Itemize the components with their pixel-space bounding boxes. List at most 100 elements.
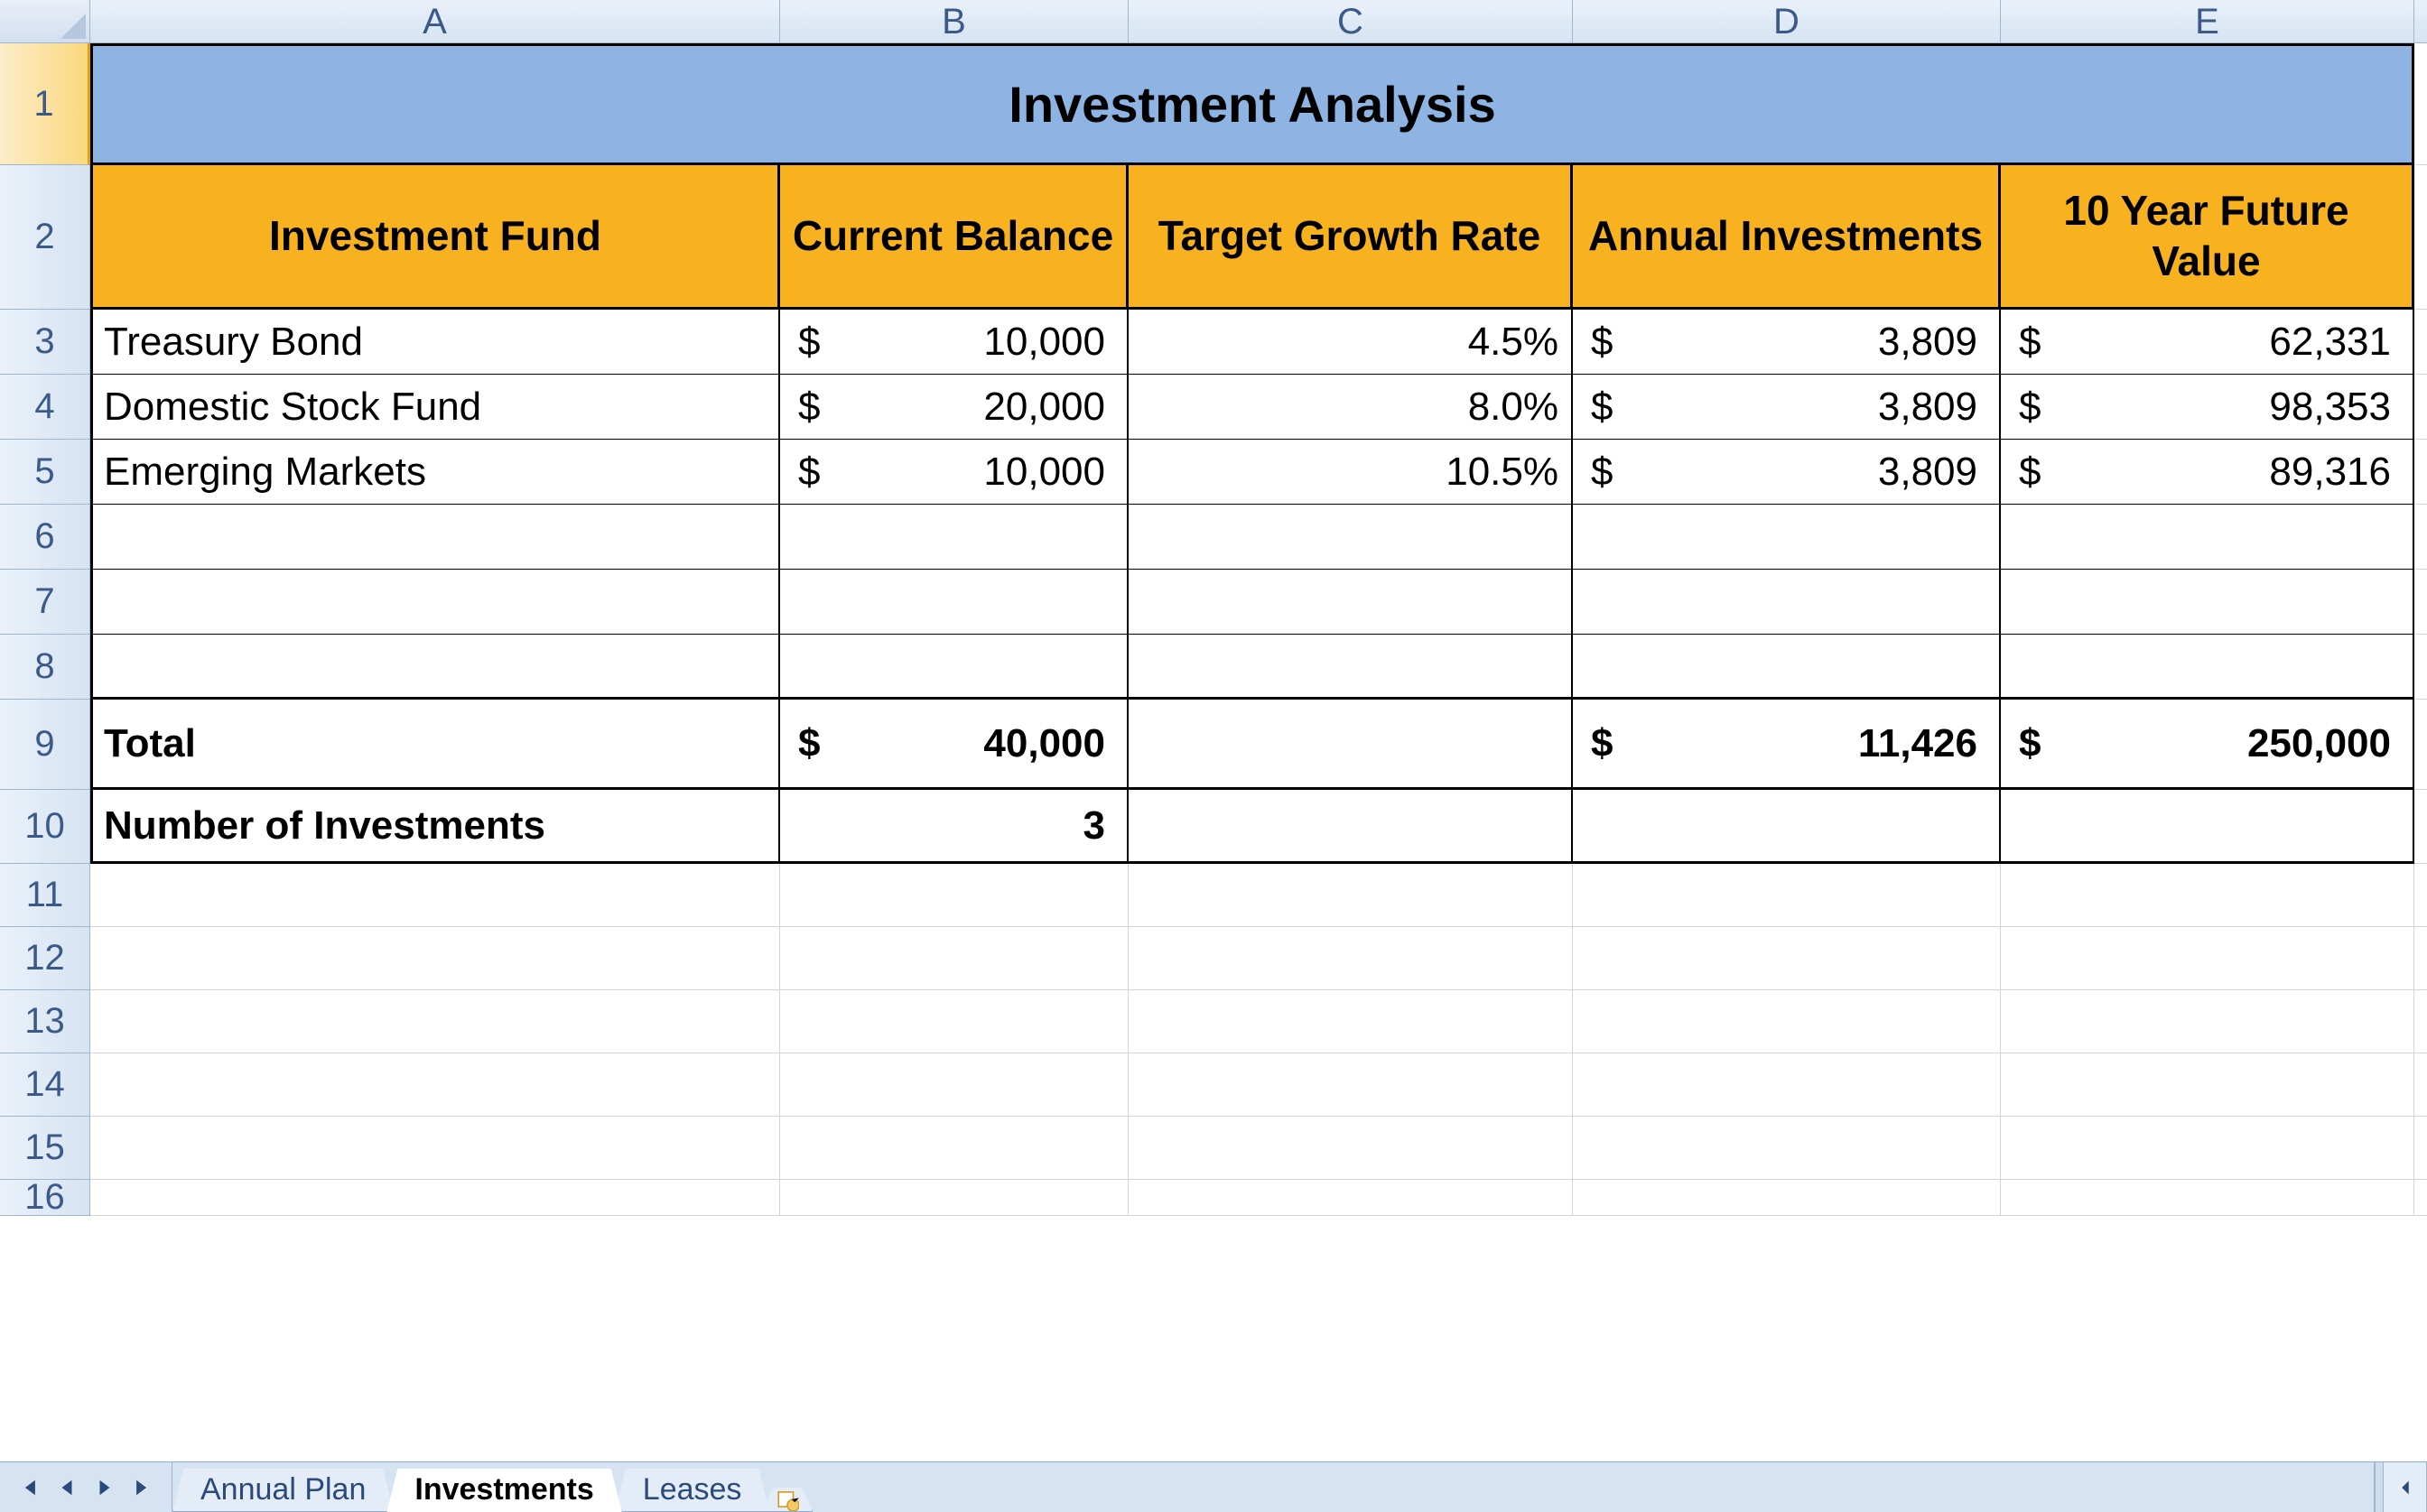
last-sheet-button[interactable] bbox=[126, 1471, 159, 1504]
tab-scroll-divider[interactable] bbox=[2375, 1462, 2384, 1512]
blank-cell[interactable] bbox=[1129, 1053, 1573, 1117]
cell-future-1[interactable]: $98,353 bbox=[2001, 375, 2414, 440]
count-empty-2[interactable] bbox=[1129, 790, 1573, 864]
empty-cell[interactable] bbox=[780, 570, 1129, 635]
row-header-12[interactable]: 12 bbox=[0, 927, 90, 990]
empty-cell[interactable] bbox=[1129, 570, 1573, 635]
blank-cell[interactable] bbox=[780, 1117, 1129, 1180]
col-header-d[interactable]: D bbox=[1573, 0, 2001, 43]
row-header-13[interactable]: 13 bbox=[0, 990, 90, 1053]
col-header-partial[interactable] bbox=[2414, 0, 2427, 43]
title-cell[interactable]: Investment Analysis bbox=[90, 43, 2414, 165]
header-a[interactable]: Investment Fund bbox=[90, 165, 780, 310]
row-header-8[interactable]: 8 bbox=[0, 635, 90, 700]
blank-cell[interactable] bbox=[780, 927, 1129, 990]
cell-rate-1[interactable]: 8.0% bbox=[1129, 375, 1573, 440]
cell-partial[interactable] bbox=[2414, 635, 2427, 700]
first-sheet-button[interactable] bbox=[13, 1471, 45, 1504]
blank-cell[interactable] bbox=[1573, 864, 2001, 927]
total-label[interactable]: Total bbox=[90, 700, 780, 790]
cell-annual-2[interactable]: $3,809 bbox=[1573, 440, 2001, 505]
cell-partial[interactable] bbox=[2414, 505, 2427, 570]
col-header-b[interactable]: B bbox=[780, 0, 1129, 43]
cell-partial-1[interactable] bbox=[2414, 43, 2427, 165]
total-balance[interactable]: $40,000 bbox=[780, 700, 1129, 790]
cell-partial[interactable] bbox=[2414, 310, 2427, 375]
row-header-7[interactable]: 7 bbox=[0, 570, 90, 635]
horizontal-scrollbar[interactable] bbox=[2374, 1462, 2427, 1512]
count-empty-3[interactable] bbox=[1573, 790, 2001, 864]
new-sheet-button[interactable] bbox=[762, 1488, 813, 1512]
empty-cell[interactable] bbox=[780, 635, 1129, 700]
empty-cell[interactable] bbox=[1129, 635, 1573, 700]
cell-fund-0[interactable]: Treasury Bond bbox=[90, 310, 780, 375]
blank-cell[interactable] bbox=[1129, 864, 1573, 927]
blank-cell[interactable] bbox=[1573, 1117, 2001, 1180]
empty-cell[interactable] bbox=[90, 635, 780, 700]
row-header-15[interactable]: 15 bbox=[0, 1117, 90, 1180]
cell-fund-2[interactable]: Emerging Markets bbox=[90, 440, 780, 505]
row-header-14[interactable]: 14 bbox=[0, 1053, 90, 1117]
cell-future-0[interactable]: $62,331 bbox=[2001, 310, 2414, 375]
blank-cell[interactable] bbox=[1129, 927, 1573, 990]
cell-partial[interactable] bbox=[2414, 864, 2427, 927]
blank-cell[interactable] bbox=[90, 990, 780, 1053]
cell-partial[interactable] bbox=[2414, 1117, 2427, 1180]
blank-cell[interactable] bbox=[90, 1180, 780, 1216]
blank-cell[interactable] bbox=[1129, 1180, 1573, 1216]
empty-cell[interactable] bbox=[90, 505, 780, 570]
cell-partial[interactable] bbox=[2414, 440, 2427, 505]
sheet-tab-investments[interactable]: Investments bbox=[386, 1469, 621, 1512]
total-rate[interactable] bbox=[1129, 700, 1573, 790]
cell-rate-2[interactable]: 10.5% bbox=[1129, 440, 1573, 505]
blank-cell[interactable] bbox=[1129, 990, 1573, 1053]
blank-cell[interactable] bbox=[1573, 1053, 2001, 1117]
cell-annual-0[interactable]: $3,809 bbox=[1573, 310, 2001, 375]
row-header-6[interactable]: 6 bbox=[0, 505, 90, 570]
row-header-10[interactable]: 10 bbox=[0, 790, 90, 864]
blank-cell[interactable] bbox=[1573, 1180, 2001, 1216]
empty-cell[interactable] bbox=[1573, 505, 2001, 570]
row-header-2[interactable]: 2 bbox=[0, 165, 90, 310]
count-label[interactable]: Number of Investments bbox=[90, 790, 780, 864]
blank-cell[interactable] bbox=[1573, 927, 2001, 990]
blank-cell[interactable] bbox=[90, 1117, 780, 1180]
row-header-1[interactable]: 1 bbox=[0, 43, 90, 165]
empty-cell[interactable] bbox=[1129, 505, 1573, 570]
header-b[interactable]: Current Balance bbox=[780, 165, 1129, 310]
header-d[interactable]: Annual Investments bbox=[1573, 165, 2001, 310]
cell-partial[interactable] bbox=[2414, 700, 2427, 790]
cell-partial[interactable] bbox=[2414, 1180, 2427, 1216]
empty-cell[interactable] bbox=[1573, 570, 2001, 635]
cell-annual-1[interactable]: $3,809 bbox=[1573, 375, 2001, 440]
row-header-5[interactable]: 5 bbox=[0, 440, 90, 505]
cell-partial[interactable] bbox=[2414, 570, 2427, 635]
col-header-e[interactable]: E bbox=[2001, 0, 2414, 43]
next-sheet-button[interactable] bbox=[88, 1471, 121, 1504]
sheet-tab-annual-plan[interactable]: Annual Plan bbox=[172, 1469, 394, 1512]
cell-fund-1[interactable]: Domestic Stock Fund bbox=[90, 375, 780, 440]
empty-cell[interactable] bbox=[780, 505, 1129, 570]
count-empty-4[interactable] bbox=[2001, 790, 2414, 864]
empty-cell[interactable] bbox=[90, 570, 780, 635]
total-annual[interactable]: $11,426 bbox=[1573, 700, 2001, 790]
total-future[interactable]: $250,000 bbox=[2001, 700, 2414, 790]
empty-cell[interactable] bbox=[2001, 570, 2414, 635]
row-header-3[interactable]: 3 bbox=[0, 310, 90, 375]
blank-cell[interactable] bbox=[2001, 1053, 2414, 1117]
blank-cell[interactable] bbox=[2001, 990, 2414, 1053]
blank-cell[interactable] bbox=[90, 927, 780, 990]
count-value[interactable]: 3 bbox=[780, 790, 1129, 864]
col-header-a[interactable]: A bbox=[90, 0, 780, 43]
blank-cell[interactable] bbox=[2001, 927, 2414, 990]
header-c[interactable]: Target Growth Rate bbox=[1129, 165, 1573, 310]
blank-cell[interactable] bbox=[90, 864, 780, 927]
sheet-tab-leases[interactable]: Leases bbox=[615, 1469, 770, 1512]
blank-cell[interactable] bbox=[780, 1053, 1129, 1117]
scroll-left-button[interactable] bbox=[2384, 1462, 2427, 1512]
cell-balance-2[interactable]: $10,000 bbox=[780, 440, 1129, 505]
row-header-16[interactable]: 16 bbox=[0, 1180, 90, 1216]
cell-balance-0[interactable]: $10,000 bbox=[780, 310, 1129, 375]
row-header-9[interactable]: 9 bbox=[0, 700, 90, 790]
worksheet-grid[interactable]: ABCDE 12345678910111213141516 Investment… bbox=[0, 0, 2427, 1461]
